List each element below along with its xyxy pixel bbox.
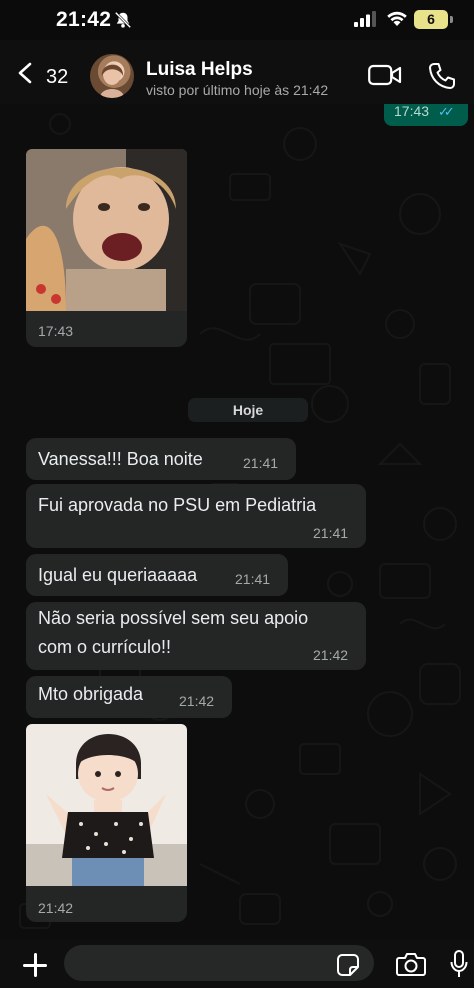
incoming-message-bubble[interactable]: Mto obrigada 21:42 [26,676,232,718]
incoming-message-bubble[interactable]: Fui aprovada no PSU em Pediatria 21:41 [26,484,366,548]
message-time: 17:43 [394,104,430,119]
outgoing-message-bubble[interactable]: 17:43 ✓✓ [384,104,468,126]
message-input[interactable] [64,945,374,981]
back-chevron-icon[interactable] [16,62,34,84]
chat-header: 32 Luisa Helps visto por último hoje às … [0,40,474,104]
message-text-line-1: Não seria possível sem seu apoio [38,608,309,628]
message-time: 21:41 [313,525,349,541]
bell-mute-icon [114,11,132,29]
contact-name[interactable]: Luisa Helps [146,59,253,81]
toddler-photo[interactable] [26,724,187,886]
message-text: Mto obrigada [38,684,144,704]
chat-area: 17:43 ✓✓ 17:43 Hoje Vanessa!!! Boa noite… [0,104,474,940]
message-input-bar [0,940,474,988]
battery-level: 6 [427,11,435,27]
battery-tip [450,16,453,23]
sticker-icon[interactable] [336,953,360,977]
clock: 21:42 [56,8,112,31]
microphone-icon[interactable] [450,950,468,978]
message-text: Fui aprovada no PSU em Pediatria [38,495,317,515]
incoming-message-bubble[interactable]: Vanessa!!! Boa noite 21:41 [26,438,296,480]
message-text-line-2: com o currículo!! [38,637,172,657]
image-message[interactable]: 17:43 [26,149,187,347]
date-separator: Hoje [188,398,308,422]
wifi-icon [387,11,407,26]
camera-icon[interactable] [396,952,426,976]
message-time: 21:41 [235,571,271,587]
plus-icon[interactable] [22,952,48,978]
status-bar: 21:42 6 [0,0,474,40]
unread-count[interactable]: 32 [46,66,68,89]
message-time: 21:42 [179,693,215,709]
message-time: 17:43 [38,323,74,339]
incoming-message-bubble[interactable]: Não seria possível sem seu apoio com o c… [26,602,366,670]
message-text: Igual eu queriaaaaa [38,565,198,585]
contact-avatar[interactable] [90,54,134,98]
last-seen-status: visto por último hoje às 21:42 [146,82,329,98]
message-text: Vanessa!!! Boa noite [38,449,203,469]
child-photo[interactable] [26,149,187,311]
signal-icon [354,11,376,27]
message-time: 21:42 [313,647,349,663]
incoming-message-bubble[interactable]: Igual eu queriaaaaa 21:41 [26,554,288,596]
phone-icon[interactable] [428,62,456,90]
message-time: 21:41 [243,455,279,471]
image-message[interactable]: 21:42 [26,724,187,922]
read-ticks-icon: ✓✓ [438,104,455,119]
video-camera-icon[interactable] [368,64,402,86]
message-time: 21:42 [38,900,74,916]
